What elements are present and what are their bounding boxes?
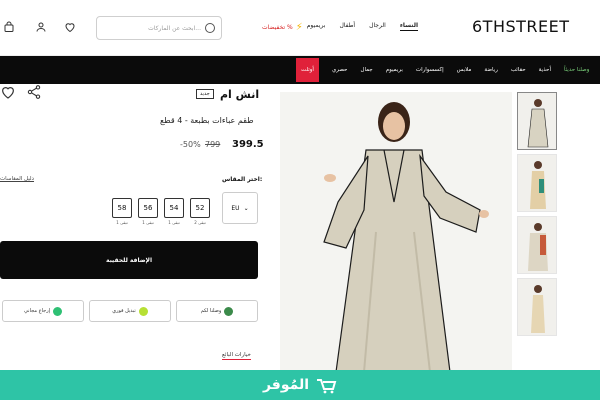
size-option[interactable]: 52 تبقى 2 [190, 198, 210, 225]
size-guide-link[interactable]: دليل المقاسات [0, 176, 34, 182]
feature-free-return: إرجاع مجاني [2, 300, 84, 322]
category-accessories[interactable]: إكسسوارات [416, 67, 444, 73]
discount-percent: -50% [180, 140, 201, 149]
new-badge: جديد [196, 89, 214, 99]
nav-men[interactable]: الرجال [369, 22, 386, 31]
thumbnail-strip [517, 92, 561, 340]
category-new-arrivals[interactable]: وصلنا حديثاً [564, 67, 589, 73]
category-beauty[interactable]: جمال [360, 67, 372, 73]
size-unit-select[interactable]: EU ⌄ [222, 192, 258, 224]
watermark-bar: المُوفر [0, 370, 600, 400]
cart-logo-icon [317, 379, 337, 394]
nav-kids[interactable]: أطفال [339, 22, 355, 31]
lightning-icon: ⚡ [295, 22, 303, 33]
size-option[interactable]: 54 تبقى 1 [164, 198, 184, 225]
site-logo[interactable]: 6THSTREET [472, 17, 570, 36]
category-clothing[interactable]: ملابس [457, 67, 472, 73]
nav-women[interactable]: النساء [399, 22, 418, 31]
size-value[interactable]: 56 [138, 198, 158, 218]
heart-icon[interactable] [64, 21, 76, 33]
category-shoes[interactable]: أحذية [539, 67, 551, 73]
product-image[interactable] [280, 92, 512, 372]
exchange-icon [138, 306, 148, 316]
bag-icon[interactable] [3, 21, 15, 33]
nav-premium[interactable]: بريميوم [307, 22, 326, 31]
delivery-icon [224, 306, 234, 316]
sale-link[interactable]: تخفيضات % ⚡ [262, 22, 303, 33]
size-stock: تبقى 1 [116, 220, 128, 225]
category-premium[interactable]: بريميوم [386, 67, 403, 73]
search-input[interactable]: ابحث عن الماركات... [96, 16, 222, 40]
size-options: 52 تبقى 2 54 تبقى 1 56 تبقى 1 58 تبقى 1 [112, 198, 210, 225]
tab-seller-options[interactable]: خيارات البائع [222, 352, 251, 360]
category-exclusive[interactable]: حصري [332, 67, 348, 73]
size-stock: تبقى 1 [168, 220, 180, 225]
gender-nav: النساء الرجال أطفال بريميوم [307, 22, 418, 31]
add-to-bag-button[interactable]: الإضافة للحقيبة [0, 241, 258, 279]
thumbnail[interactable] [517, 154, 557, 212]
size-stock: تبقى 1 [142, 220, 154, 225]
category-list: وصلنا حديثاً أحذية حقائب رياضة ملابس إكس… [296, 56, 589, 84]
feature-delivery: وصلنا لكم [176, 300, 258, 322]
category-outlet[interactable]: أوتلت [296, 58, 319, 82]
product-title: طقم عباءات بطبعة - 4 قطع [160, 116, 254, 125]
feature-badges: وصلنا لكم تبديل فوري إرجاع مجاني [2, 300, 258, 322]
product-price: 399.5 [232, 139, 264, 150]
thumbnail[interactable] [517, 216, 557, 274]
category-bar: وصلنا حديثاً أحذية حقائب رياضة ملابس إكس… [0, 56, 600, 84]
feature-exchange: تبديل فوري [89, 300, 171, 322]
feature-label: تبديل فوري [112, 308, 136, 314]
size-stock: تبقى 2 [194, 220, 206, 225]
chevron-down-icon: ⌄ [243, 204, 249, 212]
feature-label: إرجاع مجاني [24, 308, 50, 314]
size-label: اختر المقاس: [222, 176, 263, 183]
feature-label: وصلنا لكم [200, 308, 222, 314]
sale-label: تخفيضات % [262, 24, 293, 31]
return-icon [53, 306, 62, 316]
product-brand[interactable]: انش ام [220, 88, 259, 101]
size-option[interactable]: 56 تبقى 1 [138, 198, 158, 225]
thumbnail[interactable] [517, 278, 557, 336]
wishlist-heart-icon[interactable] [0, 84, 16, 100]
share-icon[interactable] [26, 84, 42, 100]
size-value[interactable]: 54 [164, 198, 184, 218]
thumbnail[interactable] [517, 92, 557, 150]
price-value: 399.5 [232, 139, 264, 150]
search-icon [205, 23, 215, 33]
size-option[interactable]: 58 تبقى 1 [112, 198, 132, 225]
header: 6THSTREET النساء الرجال أطفال بريميوم تخ… [0, 0, 600, 56]
category-sports[interactable]: رياضة [484, 67, 497, 73]
search-placeholder: ابحث عن الماركات... [148, 24, 201, 32]
size-unit-value: EU [231, 204, 240, 212]
old-price: 799 [205, 140, 221, 149]
watermark-text: المُوفر [262, 377, 310, 393]
size-value[interactable]: 52 [190, 198, 210, 218]
size-value[interactable]: 58 [112, 198, 132, 218]
category-bags[interactable]: حقائب [511, 67, 526, 73]
user-icon[interactable] [35, 21, 47, 33]
